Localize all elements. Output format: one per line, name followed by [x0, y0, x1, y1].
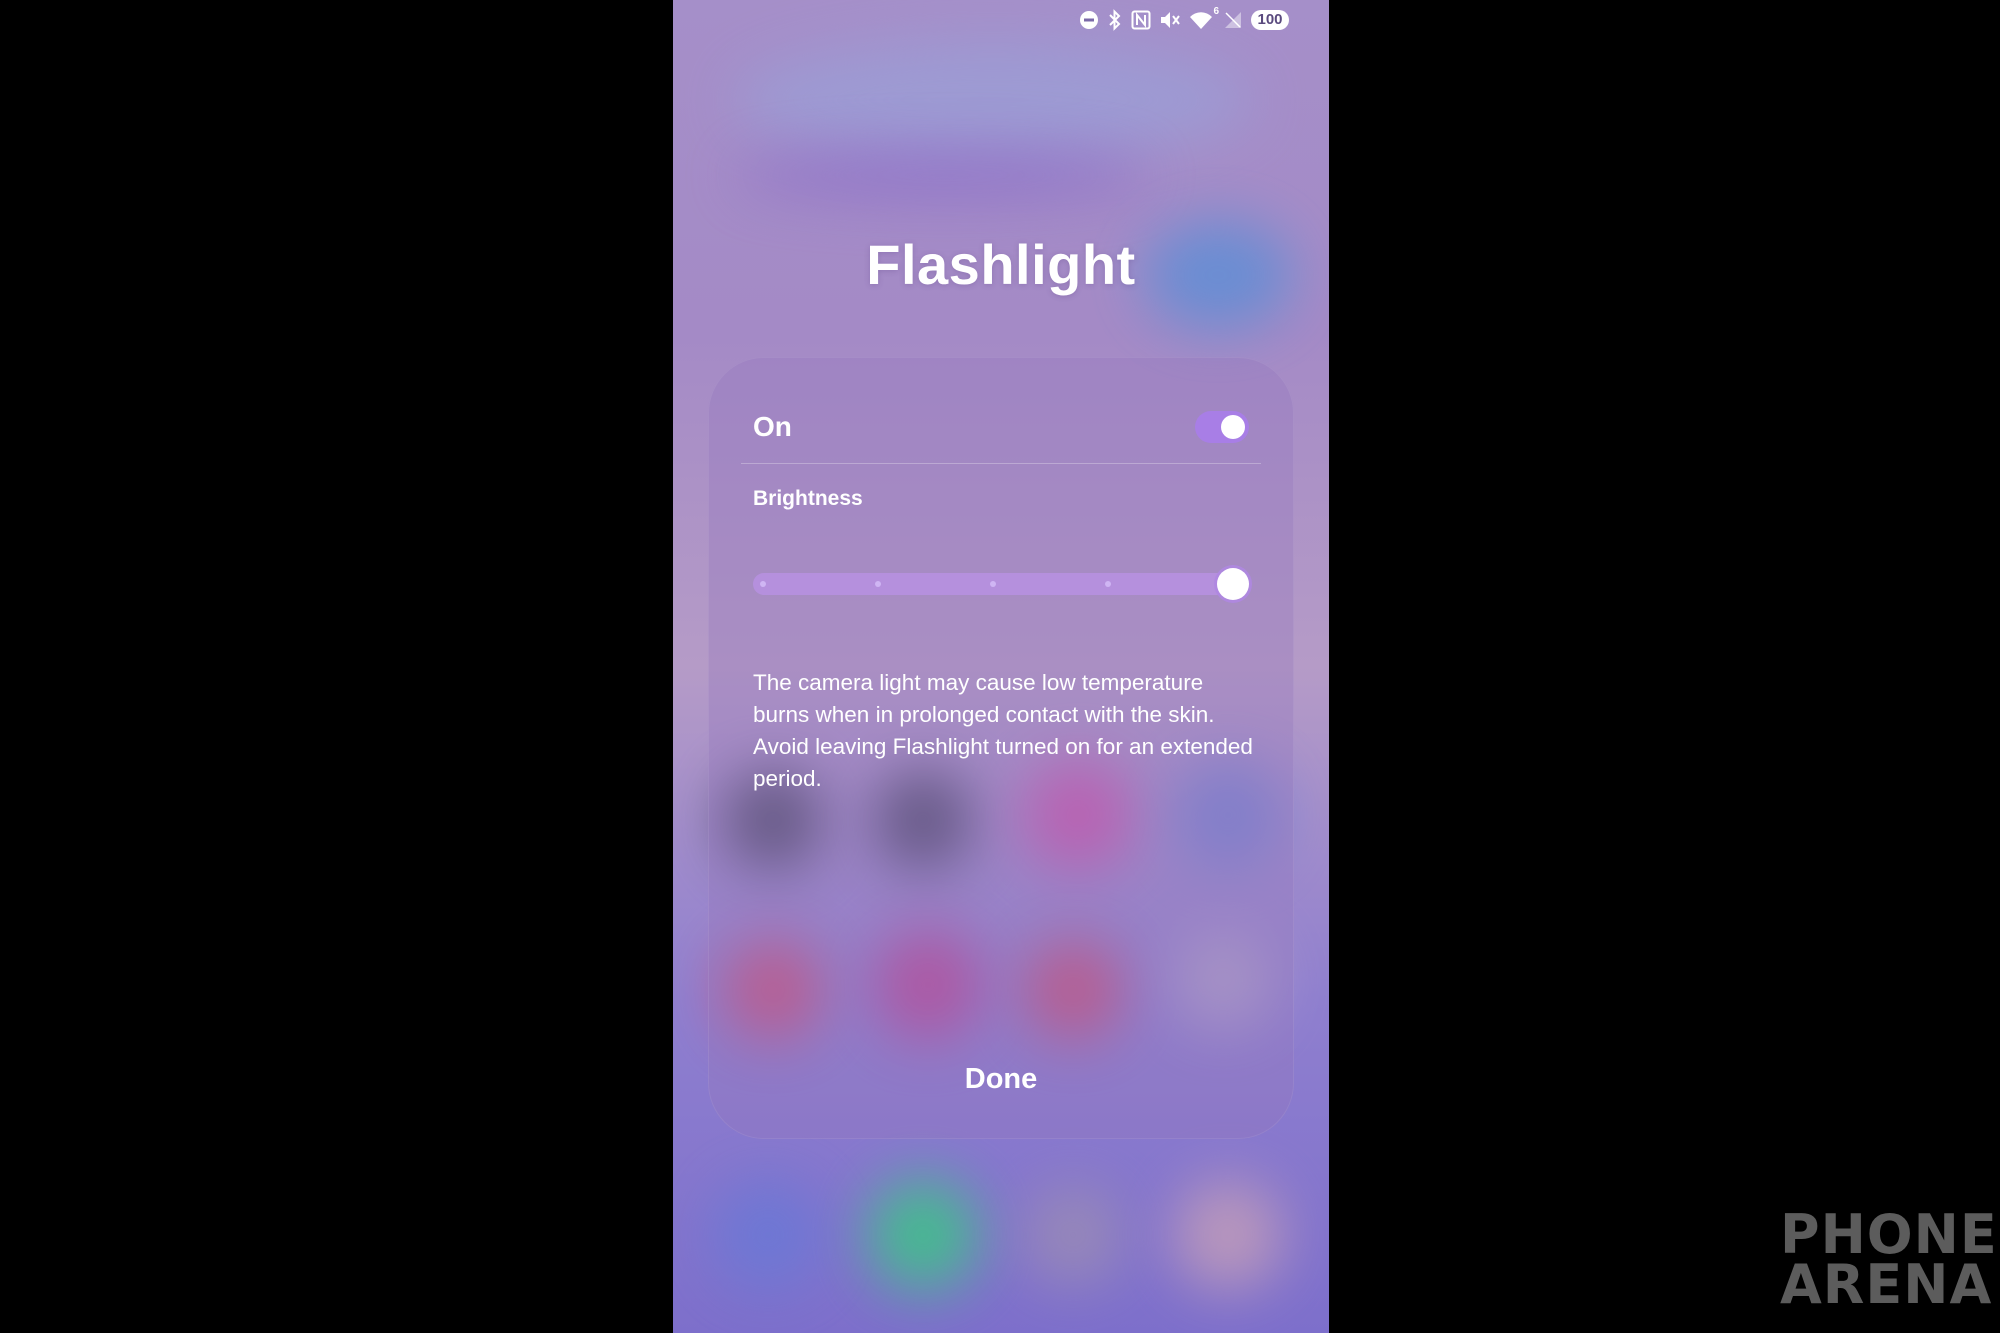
- done-button[interactable]: Done: [708, 1049, 1294, 1109]
- do-not-disturb-icon: [1079, 10, 1099, 30]
- brightness-label: Brightness: [753, 487, 863, 510]
- wifi-icon: 6: [1189, 6, 1219, 30]
- slider-thumb[interactable]: [1217, 568, 1249, 600]
- on-row[interactable]: On: [753, 397, 1249, 457]
- blurred-background: [1173, 1180, 1283, 1290]
- slider-track: [753, 573, 1243, 595]
- blurred-background: [868, 1180, 978, 1290]
- divider: [741, 463, 1261, 464]
- no-signal-icon: [1223, 10, 1243, 30]
- blurred-background: [713, 1180, 823, 1290]
- phone-screen: 6 100 Flashlight On Brightness The camer…: [673, 0, 1329, 1333]
- slider-step-dot: [990, 581, 996, 587]
- flashlight-toggle[interactable]: [1195, 411, 1249, 443]
- page-title: Flashlight: [866, 233, 1136, 296]
- warning-text: The camera light may cause low temperatu…: [753, 670, 1253, 791]
- slider-step-dot: [875, 581, 881, 587]
- status-bar: 6 100: [1079, 6, 1289, 32]
- slider-step-dot: [1105, 581, 1111, 587]
- wifi-badge: 6: [1213, 6, 1219, 17]
- battery-indicator: 100: [1251, 10, 1289, 30]
- toggle-knob: [1221, 415, 1245, 439]
- brightness-slider[interactable]: [753, 567, 1253, 601]
- slider-step-dot: [760, 581, 766, 587]
- mute-icon: [1159, 10, 1181, 30]
- blurred-background: [733, 150, 1153, 200]
- watermark-line2: ARENA: [1780, 1253, 1993, 1316]
- flashlight-panel: On Brightness The camera light may cause…: [708, 357, 1294, 1139]
- on-label: On: [753, 411, 792, 442]
- bluetooth-icon: [1107, 9, 1123, 31]
- screen-stage: 6 100 Flashlight On Brightness The camer…: [0, 0, 2000, 1333]
- blurred-background: [733, 40, 1253, 160]
- nfc-icon: [1131, 10, 1151, 30]
- phonearena-watermark: PHONE ARENA: [1780, 1208, 1997, 1320]
- blurred-background: [1023, 1185, 1123, 1285]
